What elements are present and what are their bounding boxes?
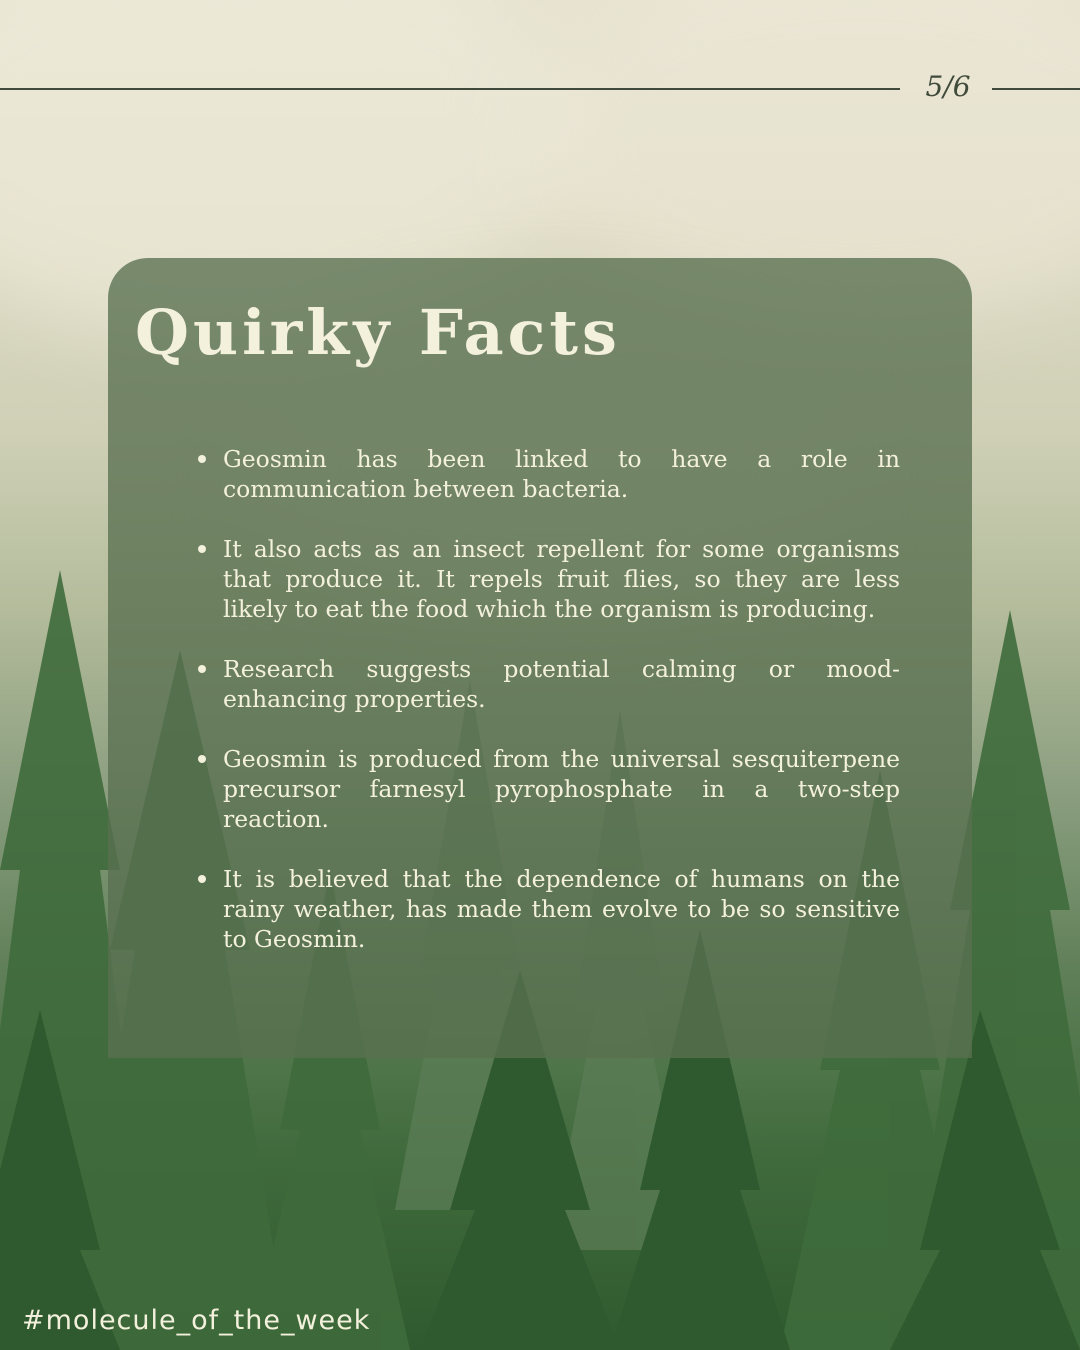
fact-item: It also acts as an insect repellent for … [198,534,900,624]
hashtag-label: #molecule_of_the_week [22,1305,371,1336]
fact-item: Geosmin has been linked to have a role i… [198,444,900,504]
top-rule-right [992,88,1080,90]
fact-item: It is believed that the dependence of hu… [198,864,900,954]
page-number: 5/6 [925,70,971,103]
fact-item: Geosmin is produced from the universal s… [198,744,900,834]
facts-list: Geosmin has been linked to have a role i… [198,444,900,984]
fact-item: Research suggests potential calming or m… [198,654,900,714]
page-title: Quirky Facts [135,296,621,369]
top-rule-left [0,88,900,90]
